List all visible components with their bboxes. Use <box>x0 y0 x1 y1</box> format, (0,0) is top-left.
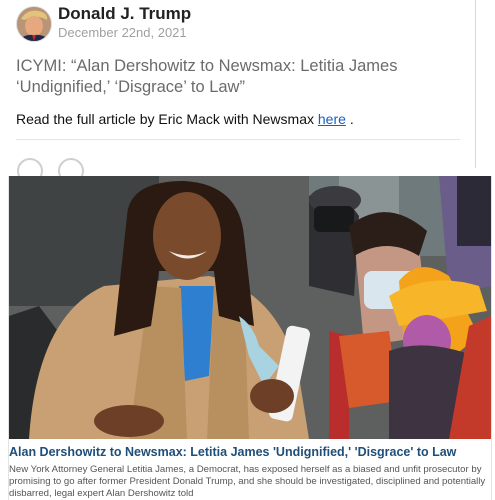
article-photo[interactable] <box>9 176 491 439</box>
read-more-text: Read the full article by Eric Mack with … <box>16 111 314 127</box>
post-headline: ICYMI: “Alan Dershowitz to Newsmax: Leti… <box>16 57 398 96</box>
read-more-suffix: . <box>349 111 354 127</box>
post: Donald J. Trump December 22nd, 2021 ICYM… <box>0 0 475 184</box>
article-card[interactable]: Alan Dershowitz to Newsmax: Letitia Jame… <box>8 176 492 500</box>
avatar-image <box>17 7 51 41</box>
author-name[interactable]: Donald J. Trump <box>58 4 191 24</box>
avatar[interactable] <box>16 6 52 42</box>
post-date[interactable]: December 22nd, 2021 <box>58 25 187 40</box>
post-border <box>475 0 476 168</box>
article-description: New York Attorney General Letitia James,… <box>9 464 486 499</box>
divider <box>16 139 460 140</box>
article-link[interactable]: here <box>318 111 346 127</box>
article-title[interactable]: Alan Dershowitz to Newsmax: Letitia Jame… <box>9 445 456 459</box>
read-more-line: Read the full article by Eric Mack with … <box>16 111 354 127</box>
